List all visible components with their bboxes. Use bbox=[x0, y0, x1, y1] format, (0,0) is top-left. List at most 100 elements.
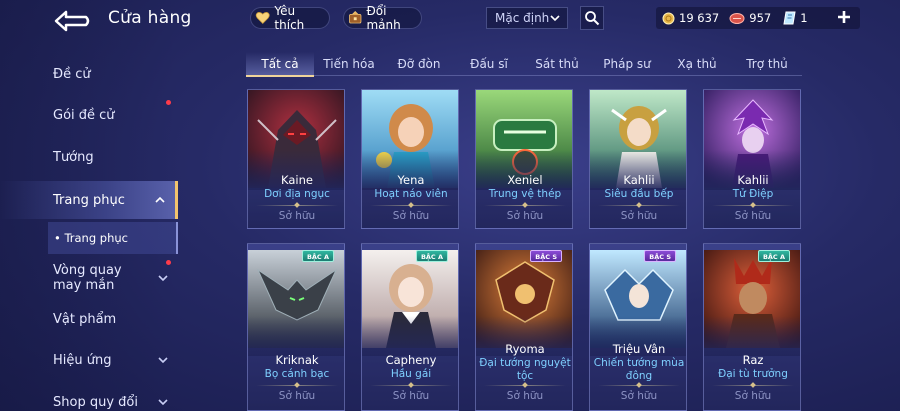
sidebar-item-skins[interactable]: Trang phục bbox=[0, 181, 178, 219]
ticket-balance: 1 bbox=[783, 11, 808, 25]
tab-tank[interactable]: Đỡ đòn bbox=[386, 52, 452, 76]
skin-card[interactable]: BẬC A Raz Đại tù trưởng Sở hữu bbox=[703, 243, 801, 411]
skin-name: Đại tướng nguyệt tộc bbox=[479, 357, 571, 382]
chevron-down-icon bbox=[158, 396, 168, 409]
divider bbox=[484, 205, 566, 206]
heart-icon bbox=[255, 12, 270, 24]
skin-name: Bọ cánh bạc bbox=[264, 368, 330, 380]
voucher-balance: 957 bbox=[729, 11, 771, 25]
tab-fighter[interactable]: Đấu sĩ bbox=[456, 52, 522, 76]
back-button[interactable] bbox=[52, 8, 92, 34]
exchange-shards-label: Đổi mảnh bbox=[366, 4, 401, 32]
sidebar-subitem-skins[interactable]: • Trang phục bbox=[48, 222, 178, 254]
sidebar: Cửa hàng Đề cử Gói đề cử Tướng Trang phụ… bbox=[0, 0, 191, 411]
divider bbox=[256, 205, 338, 206]
sidebar-item-items[interactable]: Vật phẩm bbox=[0, 302, 178, 336]
sidebar-item-label: Shop quy đổi bbox=[53, 394, 138, 410]
tab-assassin[interactable]: Sát thủ bbox=[524, 52, 590, 76]
search-button[interactable] bbox=[580, 6, 604, 30]
skin-name: Hầu gái bbox=[390, 368, 432, 380]
page-title: Cửa hàng bbox=[108, 8, 192, 28]
skin-card[interactable]: Kahlii Tử Điệp Sở hữu bbox=[703, 89, 801, 229]
divider bbox=[712, 205, 794, 206]
tab-mage[interactable]: Pháp sư bbox=[594, 52, 660, 76]
tab-marksman[interactable]: Xạ thủ bbox=[664, 52, 730, 76]
card-shade bbox=[704, 316, 800, 356]
skin-name: Hoạt náo viên bbox=[374, 188, 448, 200]
notification-dot bbox=[166, 260, 171, 265]
notification-dot bbox=[166, 100, 171, 105]
divider bbox=[598, 385, 680, 386]
gold-balance: 19 637 bbox=[662, 11, 719, 25]
hero-name: Kahlii bbox=[737, 173, 769, 187]
tab-evolve[interactable]: Tiến hóa bbox=[316, 52, 382, 76]
category-tabs: Tất cả Tiến hóa Đỡ đòn Đấu sĩ Sát thủ Ph… bbox=[246, 52, 802, 77]
divider bbox=[712, 385, 794, 386]
sidebar-item-featured[interactable]: Đề cử bbox=[0, 57, 178, 91]
skin-card[interactable]: BẬC A Kriknak Bọ cánh bạc Sở hữu bbox=[247, 243, 345, 411]
divider bbox=[484, 385, 566, 386]
owned-status: Sở hữu bbox=[620, 390, 658, 402]
owned-status: Sở hữu bbox=[734, 210, 772, 222]
sort-dropdown[interactable]: Mặc định bbox=[486, 7, 568, 29]
chevron-down-icon bbox=[549, 12, 561, 27]
hero-name: Kaine bbox=[281, 173, 313, 187]
divider bbox=[370, 205, 452, 206]
back-arrow-icon bbox=[54, 10, 90, 32]
owned-status: Sở hữu bbox=[734, 390, 772, 402]
skin-name: Chiến tướng mùa đông bbox=[593, 357, 685, 382]
hero-name: Xeniel bbox=[507, 173, 543, 187]
sidebar-item-exchange-shop[interactable]: Shop quy đổi bbox=[0, 385, 178, 411]
skin-card[interactable]: Kahlii Siêu đầu bếp Sở hữu bbox=[589, 89, 687, 229]
skin-name: Trung vệ thép bbox=[488, 188, 562, 200]
gold-amount: 19 637 bbox=[679, 11, 720, 25]
owned-status: Sở hữu bbox=[506, 210, 544, 222]
exchange-shards-button[interactable]: Đổi mảnh bbox=[343, 4, 422, 32]
voucher-gem-icon bbox=[729, 12, 745, 24]
skin-name: Siêu đầu bếp bbox=[604, 188, 674, 200]
skin-card[interactable]: Xeniel Trung vệ thép Sở hữu bbox=[475, 89, 573, 229]
plus-icon bbox=[838, 11, 850, 23]
add-currency-button[interactable] bbox=[834, 6, 854, 28]
tier-badge: BẬC S bbox=[530, 250, 562, 262]
skin-card[interactable]: BẬC S Triệu Vân Chiến tướng mùa đông Sở … bbox=[589, 243, 687, 411]
skin-name: Đại tù trưởng bbox=[718, 368, 788, 380]
chevron-up-icon bbox=[155, 194, 165, 207]
skin-name: Tử Điệp bbox=[732, 188, 774, 200]
sidebar-item-featured-bundles[interactable]: Gói đề cử bbox=[0, 98, 178, 132]
owned-status: Sở hữu bbox=[506, 390, 544, 402]
owned-status: Sở hữu bbox=[620, 210, 658, 222]
sidebar-item-label: Gói đề cử bbox=[53, 107, 115, 123]
favorites-button[interactable]: Yêu thích bbox=[250, 4, 330, 32]
owned-status: Sở hữu bbox=[278, 210, 316, 222]
ticket-icon bbox=[783, 11, 796, 25]
sidebar-item-effects[interactable]: Hiệu ứng bbox=[0, 343, 178, 377]
shard-chest-icon bbox=[349, 10, 362, 24]
sidebar-item-label: Tướng bbox=[53, 149, 94, 165]
hero-name: Triệu Vân bbox=[612, 342, 666, 356]
owned-status: Sở hữu bbox=[392, 210, 430, 222]
sidebar-item-label: Vòng quay may mắn bbox=[53, 263, 122, 293]
favorites-label: Yêu thích bbox=[274, 4, 305, 32]
sidebar-subitem-label: • Trang phục bbox=[54, 231, 128, 245]
skin-card[interactable]: BẬC A Capheny Hầu gái Sở hữu bbox=[361, 243, 459, 411]
tab-support[interactable]: Trợ thủ bbox=[734, 52, 800, 76]
sidebar-item-lucky-spin[interactable]: Vòng quay may mắn bbox=[0, 260, 178, 296]
skin-card[interactable]: Yena Hoạt náo viên Sở hữu bbox=[361, 89, 459, 229]
skin-card[interactable]: BẬC S Ryoma Đại tướng nguyệt tộc Sở hữu bbox=[475, 243, 573, 411]
card-shade bbox=[248, 316, 344, 356]
hero-name: Yena bbox=[397, 173, 425, 187]
hero-name: Kahlii bbox=[623, 173, 655, 187]
skin-card[interactable]: Kaine Dơi địa ngục Sở hữu bbox=[247, 89, 345, 229]
divider bbox=[256, 385, 338, 386]
tab-all[interactable]: Tất cả bbox=[246, 52, 314, 77]
tier-badge: BẬC S bbox=[644, 250, 676, 262]
owned-status: Sở hữu bbox=[392, 390, 430, 402]
owned-status: Sở hữu bbox=[278, 390, 316, 402]
sidebar-item-label: Trang phục bbox=[53, 192, 125, 208]
chevron-down-icon bbox=[158, 354, 168, 367]
sidebar-item-heroes[interactable]: Tướng bbox=[0, 140, 178, 174]
gold-coin-icon bbox=[662, 12, 675, 24]
sidebar-item-label: Vật phẩm bbox=[53, 311, 117, 327]
card-shade bbox=[362, 316, 458, 356]
